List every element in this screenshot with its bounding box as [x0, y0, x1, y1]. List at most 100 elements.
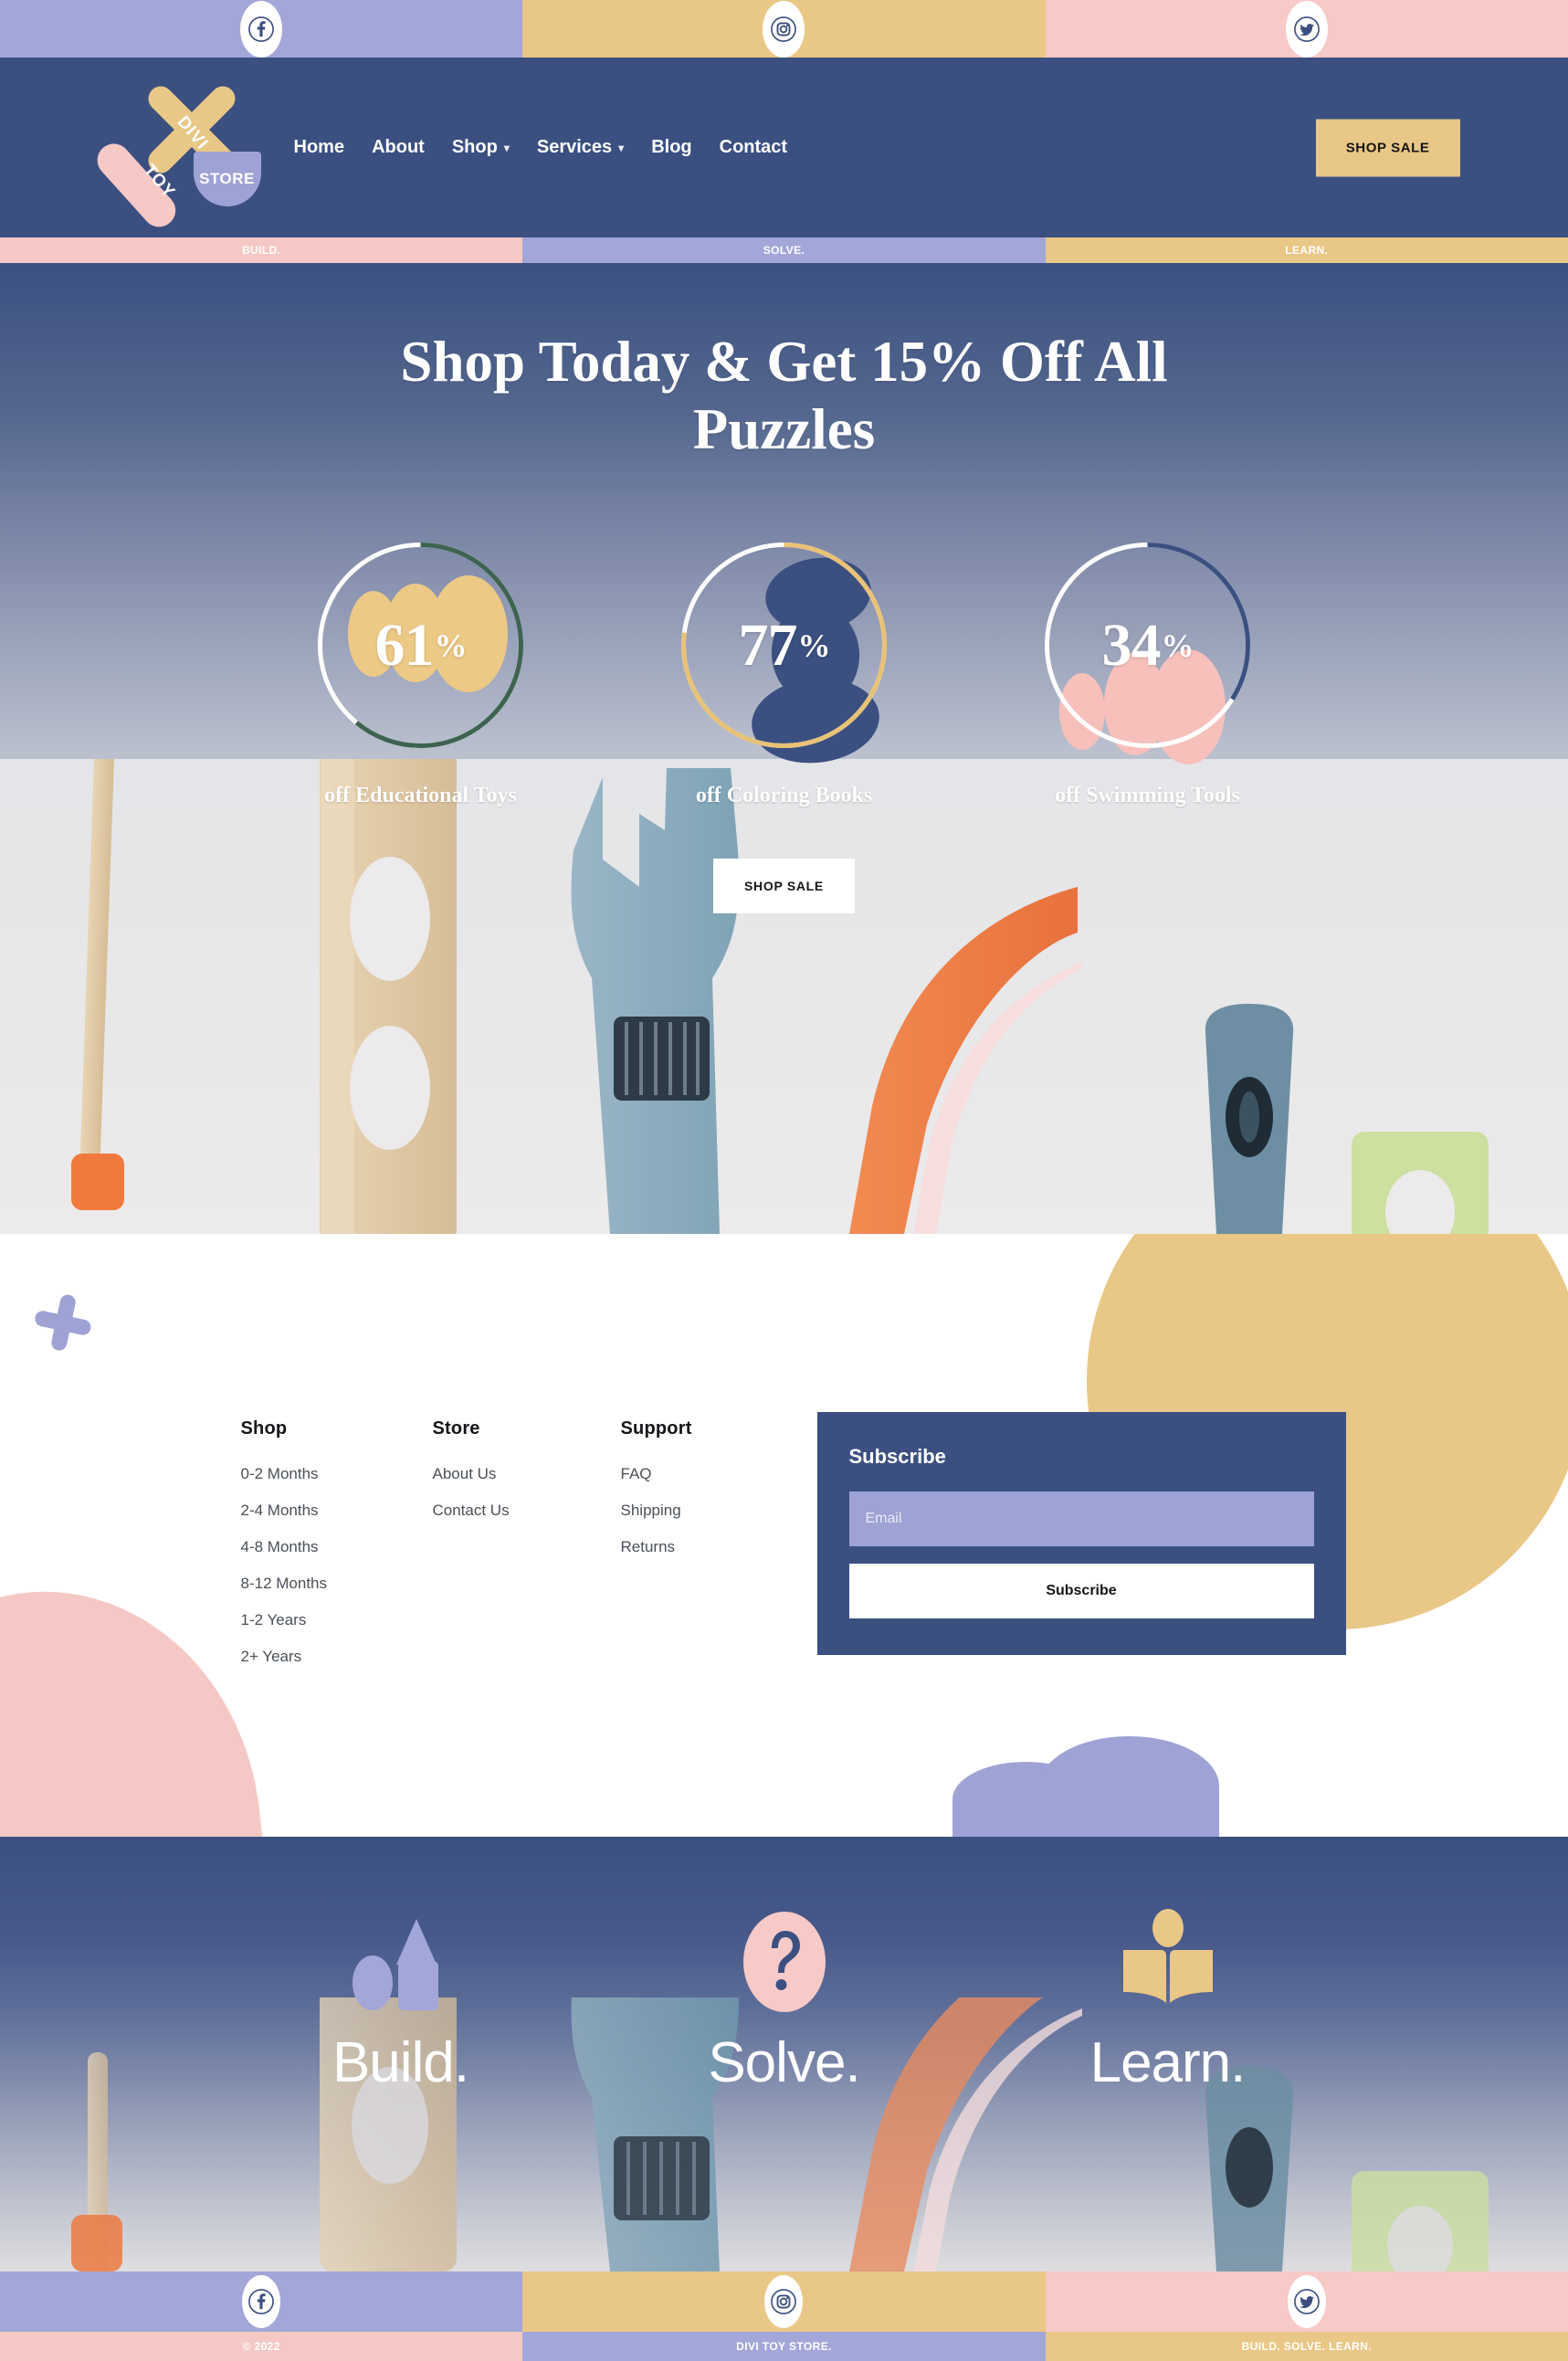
footer-link[interactable]: Shipping [621, 1502, 813, 1520]
footer-link[interactable]: Contact Us [433, 1502, 621, 1520]
nav-label: Contact [719, 137, 788, 157]
decorative-plus-shape [29, 1289, 97, 1356]
nav-item-home[interactable]: Home [294, 137, 345, 158]
site-logo[interactable]: STORE DIVI TOY [89, 84, 267, 234]
nav-label: Blog [651, 137, 692, 157]
nav-item-services[interactable]: Services ▾ [537, 137, 624, 158]
copyright-strip: © 2022 DIVI TOY STORE. BUILD. SOLVE. LEA… [0, 2332, 1568, 2361]
copyright-year-cell: © 2022 [0, 2332, 523, 2361]
build-solve-learn-banner: Build. Solve. Learn. [0, 1837, 1568, 2271]
email-input[interactable] [848, 1491, 1314, 1546]
open-book-icon-wrap [1114, 1908, 1222, 2016]
social-link-twitter-bottom[interactable] [1045, 2271, 1568, 2332]
counter-educational-toys: 61% off Educational Toys [290, 538, 551, 808]
hero-content: Shop Today & Get 15% Off All Puzzles 61 … [0, 263, 1568, 914]
footer-inner: Shop 0-2 Months 2-4 Months 4-8 Months 8-… [223, 1234, 1346, 1684]
counter-dial: 77% [677, 538, 891, 764]
nav-item-about[interactable]: About [372, 137, 425, 158]
social-link-facebook-bottom[interactable] [0, 2271, 523, 2332]
header-inner: STORE DIVI TOY Home About Shop ▾ Service… [89, 58, 1460, 237]
copyright-tagline-cell: BUILD. SOLVE. LEARN. [1045, 2332, 1568, 2361]
footer-column-store: Store About Us Contact Us [433, 1418, 621, 1538]
cloud-lobe-right [1039, 1736, 1219, 1837]
logo-store-text: STORE [199, 169, 255, 187]
footer-link[interactable]: 8-12 Months [241, 1575, 433, 1593]
instagram-badge [763, 0, 805, 58]
footer-heading-shop: Shop [240, 1418, 288, 1439]
footer-link[interactable]: 2+ Years [241, 1648, 433, 1666]
nav-item-contact[interactable]: Contact [720, 137, 787, 158]
social-link-twitter[interactable] [1045, 0, 1568, 58]
footer-section: Shop 0-2 Months 2-4 Months 4-8 Months 8-… [0, 1234, 1568, 1837]
footer-link[interactable]: 4-8 Months [241, 1538, 433, 1556]
social-link-instagram[interactable] [522, 0, 1046, 58]
twitter-icon [1293, 2289, 1320, 2314]
hero-headline: Shop Today & Get 15% Off All Puzzles [400, 330, 1168, 461]
footer-column-shop: Shop 0-2 Months 2-4 Months 4-8 Months 8-… [241, 1418, 433, 1684]
question-mark-icon-wrap [731, 1908, 838, 2016]
counter-label: off Swimming Tools [1055, 784, 1240, 808]
hero-shop-sale-button[interactable]: SHOP SALE [713, 859, 855, 914]
instagram-icon [771, 2289, 797, 2314]
tagline-solve: SOLVE. [522, 237, 1046, 263]
bottom-social-bar [0, 2271, 1568, 2332]
twitter-badge [1287, 2275, 1326, 2328]
subscribe-heading: Subscribe [848, 1445, 946, 1468]
copyright-brand-cell: DIVI TOY STORE. [522, 2332, 1046, 2361]
instagram-badge [764, 2275, 804, 2328]
decorative-purple-cloud [952, 1736, 1219, 1837]
subscribe-button[interactable]: Subscribe [848, 1564, 1314, 1618]
copyright-year: © 2022 [242, 2340, 280, 2353]
footer-link[interactable]: 0-2 Months [241, 1465, 433, 1483]
banner-items-row: Build. Solve. Learn. [0, 1837, 1568, 2095]
counter-coloring-books: 77% off Coloring Books [654, 538, 914, 808]
nav-label: Home [293, 137, 345, 157]
banner-word-build: Build. [331, 2031, 469, 2094]
nav-label: Shop [451, 137, 498, 157]
social-link-facebook[interactable] [0, 0, 523, 58]
banner-item-build: Build. [264, 1908, 538, 2095]
twitter-badge [1285, 0, 1328, 58]
counters-row: 61% off Educational Toys 77 % off Colori… [0, 538, 1568, 808]
counter-value: 61% [374, 611, 468, 679]
twitter-icon [1293, 16, 1320, 42]
primary-navigation: Home About Shop ▾ Services ▾ Blog Contac [294, 137, 788, 158]
nav-item-shop[interactable]: Shop ▾ [452, 137, 510, 158]
counter-number: 34 [1101, 611, 1162, 679]
tagline-build: BUILD. [0, 237, 523, 263]
tagline-label: SOLVE. [763, 244, 805, 257]
header-shop-sale-button[interactable]: SHOP SALE [1315, 119, 1460, 176]
instagram-icon [771, 16, 797, 42]
facebook-icon [248, 16, 275, 42]
counter-label: off Educational Toys [324, 784, 517, 808]
question-mark-icon [742, 1912, 826, 2012]
footer-link[interactable]: 1-2 Years [241, 1611, 433, 1629]
logo-shield-shape: STORE [193, 151, 261, 206]
banner-word-solve: Solve. [708, 2031, 860, 2094]
banner-word-learn: Learn. [1089, 2031, 1247, 2094]
footer-link[interactable]: 2-4 Months [241, 1502, 433, 1520]
nav-item-blog[interactable]: Blog [651, 137, 691, 158]
subscribe-form: Subscribe Subscribe [816, 1412, 1346, 1655]
tagline-label: LEARN. [1285, 244, 1329, 257]
counter-number: 61 [374, 611, 435, 679]
copyright-tagline: BUILD. SOLVE. LEARN. [1241, 2340, 1373, 2353]
footer-link[interactable]: About Us [433, 1465, 621, 1483]
footer-link[interactable]: FAQ [621, 1465, 813, 1483]
footer-link[interactable]: Returns [621, 1538, 813, 1556]
footer-heading-store: Store [432, 1418, 480, 1439]
counter-dial: 34% [1040, 538, 1255, 765]
banner-item-learn: Learn. [1031, 1908, 1305, 2095]
banner-item-solve: Solve. [647, 1908, 921, 2095]
counter-value: 34% [1101, 611, 1194, 679]
social-link-instagram-bottom[interactable] [522, 2271, 1046, 2332]
counter-value: 77% [738, 611, 831, 679]
tagline-learn: LEARN. [1045, 237, 1568, 263]
open-book-icon [1122, 1909, 1213, 2003]
hero-cta-wrap: SHOP SALE [0, 859, 1568, 914]
top-social-bar [0, 0, 1568, 58]
nav-label: About [372, 137, 425, 157]
page-root: STORE DIVI TOY Home About Shop ▾ Service… [0, 0, 1568, 2361]
hero-section: Shop Today & Get 15% Off All Puzzles 61 … [0, 263, 1568, 1234]
counter-dial: 61% [313, 538, 528, 753]
